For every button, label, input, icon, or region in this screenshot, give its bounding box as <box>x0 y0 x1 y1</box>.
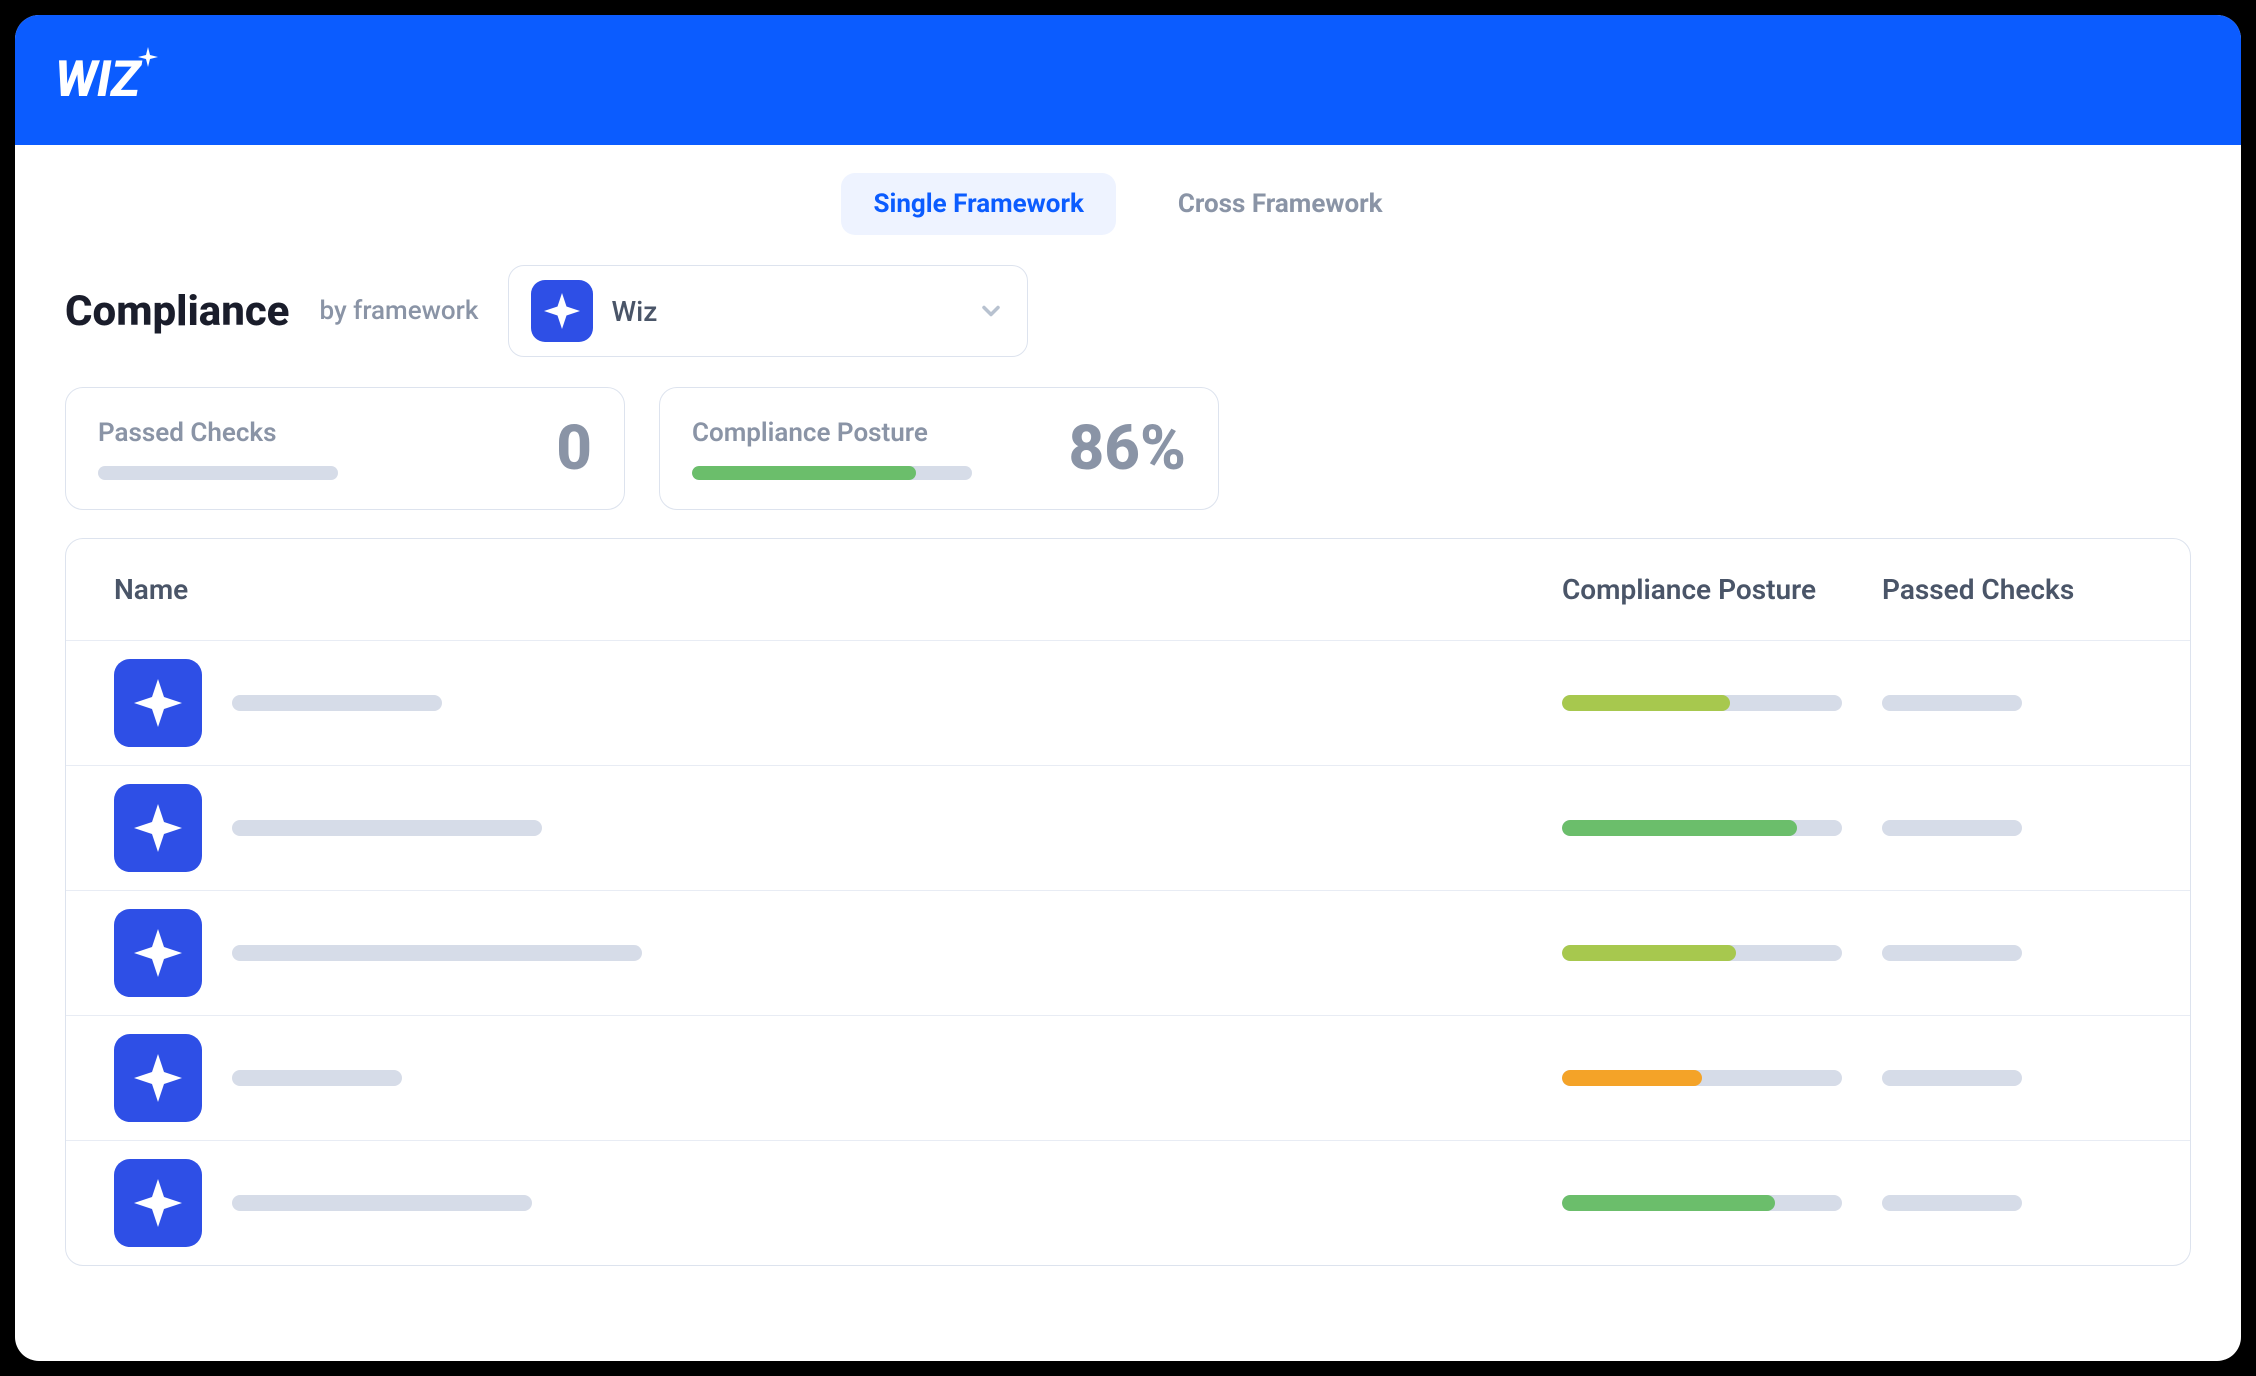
brand-text: WIZ <box>55 51 140 109</box>
compliance-table: Name Compliance Posture Passed Checks <box>65 538 2191 1266</box>
compliance-posture-value: 86% <box>1069 412 1186 485</box>
column-passed: Passed Checks <box>1882 573 2142 606</box>
stat-cards-row: Passed Checks 0 Compliance Posture 86% <box>15 387 2241 538</box>
name-placeholder <box>232 945 642 961</box>
row-posture-cell <box>1562 1070 1882 1086</box>
passed-placeholder <box>1882 820 2022 836</box>
passed-checks-label: Passed Checks <box>98 418 338 448</box>
column-posture: Compliance Posture <box>1562 573 1882 606</box>
posture-progress <box>1562 820 1842 836</box>
page-subtitle: by framework <box>319 296 478 326</box>
chevron-down-icon <box>977 297 1005 325</box>
sparkle-icon <box>544 293 580 329</box>
compliance-posture-bar-fill <box>692 466 916 480</box>
row-passed-cell <box>1882 1195 2142 1211</box>
app-frame: WIZ Single Framework Cross Framework Com… <box>15 15 2241 1361</box>
name-placeholder <box>232 1195 532 1211</box>
column-name: Name <box>114 573 1562 606</box>
posture-progress <box>1562 945 1842 961</box>
sparkle-icon <box>134 679 182 727</box>
title-row: Compliance by framework Wiz <box>15 255 2241 387</box>
wiz-icon <box>531 280 593 342</box>
posture-progress-fill <box>1562 945 1736 961</box>
row-posture-cell <box>1562 1195 1882 1211</box>
wiz-logo: WIZ <box>55 51 158 109</box>
row-passed-cell <box>1882 695 2142 711</box>
row-posture-cell <box>1562 945 1882 961</box>
page-title: Compliance <box>65 287 289 336</box>
wiz-icon <box>114 909 202 997</box>
row-name-cell <box>114 909 1562 997</box>
sparkle-icon <box>134 804 182 852</box>
compliance-posture-card: Compliance Posture 86% <box>659 387 1219 510</box>
posture-progress <box>1562 1070 1842 1086</box>
framework-value: Wiz <box>611 295 959 328</box>
table-header: Name Compliance Posture Passed Checks <box>66 539 2190 641</box>
passed-checks-value: 0 <box>556 412 592 485</box>
wiz-icon <box>114 1034 202 1122</box>
tab-single-framework[interactable]: Single Framework <box>841 173 1115 235</box>
wiz-icon <box>114 1159 202 1247</box>
table-row[interactable] <box>66 766 2190 891</box>
row-name-cell <box>114 1034 1562 1122</box>
sparkle-icon <box>134 929 182 977</box>
row-name-cell <box>114 784 1562 872</box>
passed-checks-bar <box>98 466 338 480</box>
wiz-icon <box>114 784 202 872</box>
posture-progress-fill <box>1562 820 1797 836</box>
sparkle-icon <box>134 1054 182 1102</box>
wiz-icon <box>114 659 202 747</box>
framework-select[interactable]: Wiz <box>508 265 1028 357</box>
posture-progress-fill <box>1562 1070 1702 1086</box>
table-row[interactable] <box>66 1016 2190 1141</box>
passed-placeholder <box>1882 1070 2022 1086</box>
row-posture-cell <box>1562 695 1882 711</box>
name-placeholder <box>232 820 542 836</box>
tabs-row: Single Framework Cross Framework <box>15 145 2241 255</box>
table-row[interactable] <box>66 1141 2190 1265</box>
posture-progress <box>1562 1195 1842 1211</box>
posture-progress <box>1562 695 1842 711</box>
passed-placeholder <box>1882 695 2022 711</box>
table-row[interactable] <box>66 891 2190 1016</box>
tab-cross-framework[interactable]: Cross Framework <box>1146 173 1415 235</box>
compliance-posture-bar <box>692 466 972 480</box>
posture-progress-fill <box>1562 1195 1775 1211</box>
passed-checks-card: Passed Checks 0 <box>65 387 625 510</box>
table-body <box>66 641 2190 1265</box>
row-passed-cell <box>1882 945 2142 961</box>
sparkle-icon <box>138 47 158 67</box>
row-passed-cell <box>1882 820 2142 836</box>
row-posture-cell <box>1562 820 1882 836</box>
passed-placeholder <box>1882 1195 2022 1211</box>
row-name-cell <box>114 1159 1562 1247</box>
name-placeholder <box>232 695 442 711</box>
sparkle-icon <box>134 1179 182 1227</box>
app-header: WIZ <box>15 15 2241 145</box>
table-row[interactable] <box>66 641 2190 766</box>
posture-progress-fill <box>1562 695 1730 711</box>
passed-placeholder <box>1882 945 2022 961</box>
name-placeholder <box>232 1070 402 1086</box>
compliance-posture-label: Compliance Posture <box>692 418 972 448</box>
row-name-cell <box>114 659 1562 747</box>
row-passed-cell <box>1882 1070 2142 1086</box>
